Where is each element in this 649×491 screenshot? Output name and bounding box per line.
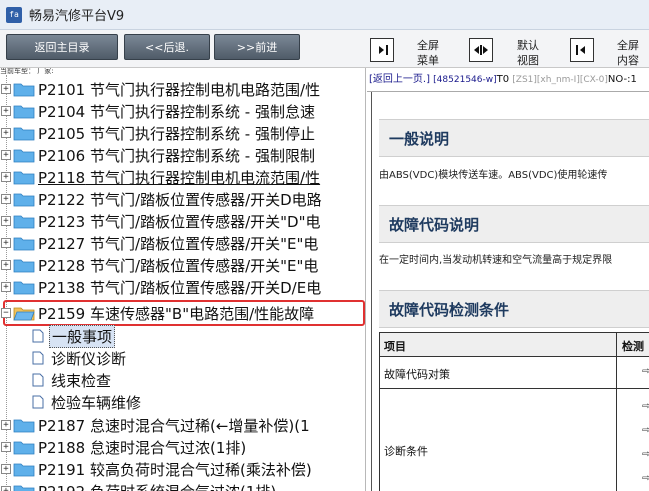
table-header: 项目 检测 bbox=[380, 333, 649, 357]
section-header-dtc-detection: 故障代码检测条件 bbox=[379, 290, 649, 328]
expand-icon[interactable]: + bbox=[1, 464, 11, 474]
expand-icon[interactable]: + bbox=[1, 442, 11, 452]
toolbar: 返回主目录 <<后退. >>前进 全屏 菜单 默认 视图 全屏 内容 bbox=[0, 30, 649, 68]
window-title: 畅易汽修平台V9 bbox=[29, 9, 125, 24]
folder-icon bbox=[13, 127, 35, 141]
expand-icon[interactable]: + bbox=[1, 282, 11, 292]
fullscreen-menu-label: 全屏 菜单 bbox=[417, 39, 439, 67]
expand-icon[interactable]: + bbox=[1, 150, 11, 160]
arrow-right-icon: ⇨ bbox=[642, 425, 649, 436]
folder-icon bbox=[13, 149, 35, 163]
forward-button[interactable]: >>前进 bbox=[214, 34, 300, 60]
section-header-general: 一般说明 bbox=[379, 119, 649, 157]
back-button[interactable]: <<后退. bbox=[124, 34, 210, 60]
app-window: fa 畅易汽修平台V9 返回主目录 <<后退. >>前进 全屏 菜单 默认 视图 全… bbox=[0, 0, 649, 491]
content-guide-line bbox=[371, 92, 372, 491]
arrow-right-icon: ⇨ bbox=[642, 473, 649, 484]
expand-icon[interactable]: + bbox=[1, 486, 11, 491]
folder-icon bbox=[13, 463, 35, 477]
collapse-icon[interactable]: − bbox=[1, 308, 11, 318]
document-icon bbox=[32, 373, 44, 387]
app-logo-icon: fa bbox=[6, 6, 22, 23]
content-panel: [返回上一页.] [48521546-w]T0 [ZS1][xh_nm-I][C… bbox=[367, 68, 649, 491]
expand-icon[interactable]: + bbox=[1, 128, 11, 138]
expand-left-icon bbox=[379, 45, 388, 55]
back-to-main-button[interactable]: 返回主目录 bbox=[6, 34, 118, 60]
fullscreen-content-button[interactable] bbox=[570, 38, 594, 62]
section-header-dtc-description: 故障代码说明 bbox=[379, 205, 649, 243]
document-icon bbox=[32, 351, 44, 365]
doc-tags: [ZS1][xh_nm-I][CX-0] bbox=[512, 75, 608, 85]
doc-id: [48521546-w] bbox=[433, 75, 497, 85]
table-row: 故障代码对策 ⇨ bbox=[380, 357, 649, 389]
folder-icon bbox=[13, 105, 35, 119]
folder-icon bbox=[13, 237, 35, 251]
document-icon bbox=[32, 395, 44, 409]
vehicle-info: 当前车型： 厂家: bbox=[0, 68, 54, 75]
detection-table: 项目 检测 故障代码对策 ⇨ 诊断条件 ⇨ ⇨ ⇨ ⇨ bbox=[379, 332, 649, 491]
default-view-label: 默认 视图 bbox=[517, 39, 539, 67]
back-page-link[interactable]: [返回上一页.] bbox=[369, 74, 430, 85]
expand-icon[interactable]: + bbox=[1, 84, 11, 94]
content-nav-bar: [返回上一页.] [48521546-w]T0 [ZS1][xh_nm-I][C… bbox=[367, 68, 649, 92]
folder-icon bbox=[13, 281, 35, 295]
expand-icon[interactable]: + bbox=[1, 106, 11, 116]
folder-icon bbox=[13, 215, 35, 229]
fullscreen-menu-button[interactable] bbox=[370, 38, 394, 62]
folder-icon bbox=[13, 83, 35, 97]
expand-icon[interactable]: + bbox=[1, 420, 11, 430]
expand-icon[interactable]: + bbox=[1, 238, 11, 248]
section-text-general: 由ABS(VDC)模块传送车速。ABS(VDC)使用轮速传 bbox=[379, 170, 608, 181]
expand-icon[interactable]: + bbox=[1, 260, 11, 270]
default-view-button[interactable] bbox=[469, 38, 493, 62]
split-view-icon bbox=[474, 45, 488, 55]
folder-icon bbox=[13, 259, 35, 273]
arrow-right-icon: ⇨ bbox=[642, 449, 649, 460]
fullscreen-content-label: 全屏 内容 bbox=[617, 39, 639, 67]
expand-icon[interactable]: + bbox=[1, 172, 11, 182]
arrow-right-icon: ⇨ bbox=[642, 401, 649, 412]
title-bar: fa 畅易汽修平台V9 bbox=[0, 0, 649, 30]
expand-right-icon bbox=[576, 45, 585, 55]
folder-icon bbox=[13, 441, 35, 455]
folder-icon bbox=[13, 171, 35, 185]
folder-icon bbox=[13, 193, 35, 207]
doc-number: NO-:1 bbox=[607, 74, 637, 85]
folder-icon bbox=[13, 419, 35, 433]
document-icon bbox=[32, 329, 44, 343]
section-text-dtc-description: 在一定时间内,当发动机转速和空气流量高于规定界限 bbox=[379, 255, 613, 266]
folder-icon bbox=[13, 485, 35, 491]
tree-panel: 当前车型： 厂家: + P2101 节气门执行器控制电机电路范围/性 + P21… bbox=[0, 68, 366, 491]
expand-icon[interactable]: + bbox=[1, 216, 11, 226]
expand-icon[interactable]: + bbox=[1, 194, 11, 204]
arrow-right-icon: ⇨ bbox=[642, 366, 649, 377]
open-folder-icon bbox=[13, 307, 35, 321]
